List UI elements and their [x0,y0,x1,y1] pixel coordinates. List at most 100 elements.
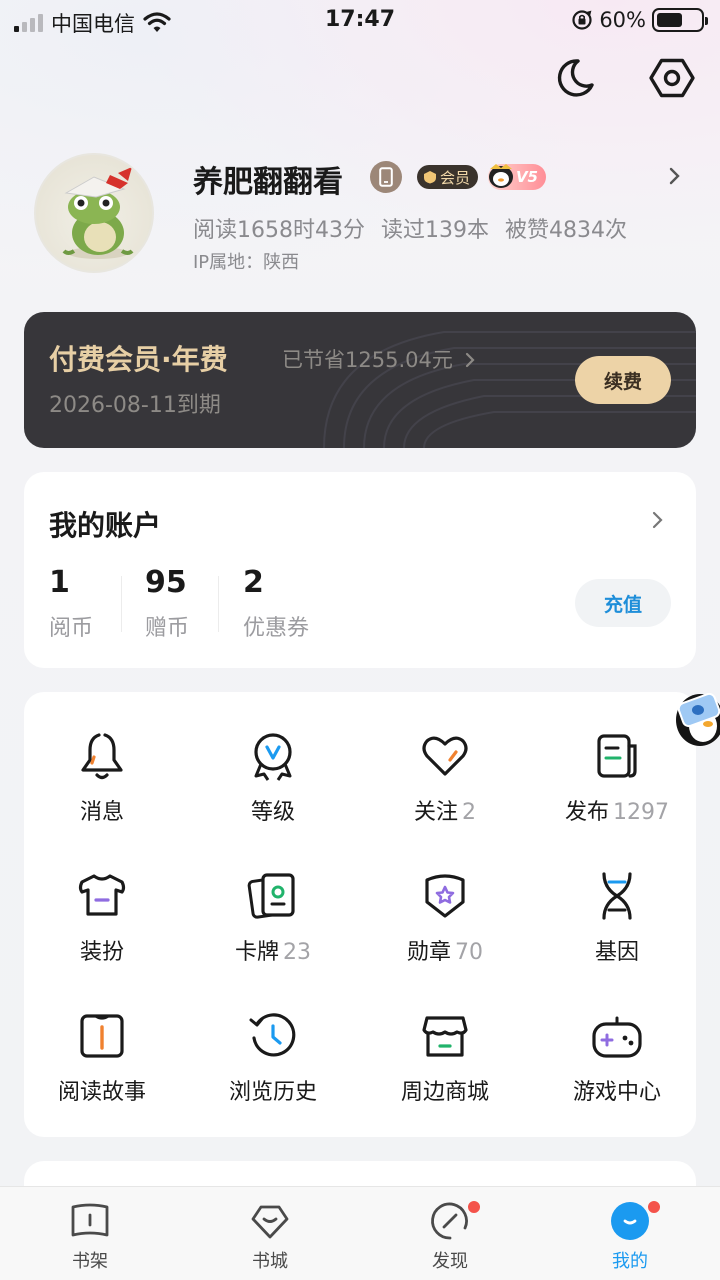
battery-fill [657,13,683,27]
account-item-gift-coins[interactable]: 95 赠币 [145,565,189,642]
night-mode-icon[interactable] [552,55,598,101]
bottom-tab-bar: 书架 书城 发现 我的 [0,1186,720,1280]
account-item-label: 赠币 [145,616,190,641]
grid-item-label: 关注 2 [413,800,476,825]
level-badge[interactable]: V5 [488,164,546,190]
vip-member-badge[interactable]: 会员 [417,165,479,189]
store-icon [422,1016,468,1057]
cards-icon [247,873,295,919]
dna-icon [602,872,632,920]
account-card: 我的账户 1 阅币 95 赠币 2 优惠券 充值 [24,472,696,668]
ip-location: IP属地：陕西 [193,252,300,273]
divider [121,576,122,632]
bookshelf-icon [71,1203,109,1237]
account-item-value: 2 [243,565,264,600]
level-badge-label: V5 [515,168,538,186]
penguin-face-icon [489,164,513,188]
grid-item-label: 勋章 70 [406,940,483,965]
tshirt-icon [78,874,126,916]
grid-item-label: 发布 1297 [564,800,669,825]
grid-item-label: 浏览历史 [228,1080,317,1105]
chevron-right-icon[interactable] [651,510,665,530]
renew-button[interactable]: 续费 [575,356,671,404]
tab-label: 书架 [72,1251,108,1272]
grid-item-label: 游戏中心 [572,1080,661,1105]
history-clock-icon [249,1013,296,1057]
tab-bookshelf[interactable]: 书架 [40,1201,140,1273]
tab-label: 书城 [252,1251,288,1272]
grid-item-game-center[interactable]: 游戏中心 [532,1010,702,1106]
grid-item-level[interactable]: 等级 [188,730,358,826]
bell-icon [81,732,123,780]
compass-icon [431,1202,468,1240]
chevron-right-icon [465,352,475,368]
read-time: 阅读1658时43分 [193,218,365,243]
grid-item-count: 1297 [613,800,669,825]
grid-item-badges[interactable]: 勋章 70 [360,870,530,966]
grid-item-label: 卡牌 23 [234,940,311,965]
vip-badge-label: 会员 [440,168,471,187]
grid-item-reading-story[interactable]: 阅读故事 [17,1010,187,1106]
phone-badge-icon [370,161,402,193]
account-item-read-coins[interactable]: 1 阅币 [49,565,93,642]
grid-item-history[interactable]: 浏览历史 [188,1010,358,1106]
chevron-right-icon[interactable] [668,166,682,186]
floating-penguin-mascot[interactable] [670,684,720,748]
grid-item-label: 基因 [594,940,639,965]
heart-icon [422,736,468,776]
tab-discover[interactable]: 发现 [400,1199,500,1273]
notification-dot [646,1199,662,1215]
grid-item-genes[interactable]: 基因 [532,870,702,966]
recharge-button[interactable]: 充值 [575,579,671,627]
vip-saved-text: 已节省1255.04元 [282,348,453,372]
vip-expire-date: 2026-08-11到期 [49,393,221,418]
grid-item-dress-up[interactable]: 装扮 [17,870,187,966]
grid-item-following[interactable]: 关注 2 [360,730,530,826]
account-item-label: 优惠券 [243,616,310,641]
vip-shield-icon [424,171,436,184]
battery-icon [652,8,708,32]
frog-avatar-image [62,167,134,259]
account-item-label: 阅币 [49,616,94,641]
level-medal-icon [254,733,292,781]
likes-count: 被赞4834次 [504,218,627,243]
reading-stats: 阅读1658时43分 读过139本 被赞4834次 [193,212,627,244]
status-right: 60% [571,8,708,32]
books-read: 读过139本 [380,218,489,243]
account-item-value: 1 [49,565,70,600]
notification-dot [466,1199,482,1215]
rotation-lock-icon [572,10,592,30]
tab-bookstore[interactable]: 书城 [220,1201,320,1273]
gamepad-icon [592,1016,642,1058]
settings-icon[interactable] [649,55,695,101]
vip-saved-amount[interactable]: 已节省1255.04元 [282,344,476,374]
grid-item-label: 周边商城 [400,1080,489,1105]
account-item-coupons[interactable]: 2 优惠券 [243,565,309,642]
grid-item-count: 2 [462,800,476,825]
grid-item-count: 23 [283,940,311,965]
badge-star-icon [425,874,465,918]
avatar[interactable] [34,153,154,273]
feature-grid: 消息 等级 关注 2 发布 1297 装扮 卡牌 23 勋章 70 基因 阅读故… [24,692,696,1137]
vip-card[interactable]: 付费会员·年费 已节省1255.04元 2026-08-11到期 续费 [24,312,696,448]
tab-mine[interactable]: 我的 [580,1199,680,1273]
account-title[interactable]: 我的账户 [49,504,161,544]
grid-item-label: 消息 [79,800,124,825]
vip-title: 付费会员·年费 [49,343,228,376]
grid-item-messages[interactable]: 消息 [17,730,187,826]
grid-item-merch-store[interactable]: 周边商城 [360,1010,530,1106]
status-bar: 中国电信 17:47 60% [0,0,720,40]
divider [218,576,219,632]
grid-item-cards[interactable]: 卡牌 23 [188,870,358,966]
tab-label: 我的 [612,1251,648,1272]
bookstore-icon [251,1205,289,1239]
grid-item-label: 装扮 [79,940,124,965]
battery-percent: 60% [599,8,646,32]
document-icon [597,734,637,778]
username[interactable]: 养肥翻翻看 [193,157,343,201]
grid-item-label: 阅读故事 [57,1080,146,1105]
mine-face-icon [611,1202,649,1240]
grid-item-count: 70 [455,940,483,965]
open-book-icon [80,1014,124,1058]
tab-label: 发现 [432,1251,468,1272]
